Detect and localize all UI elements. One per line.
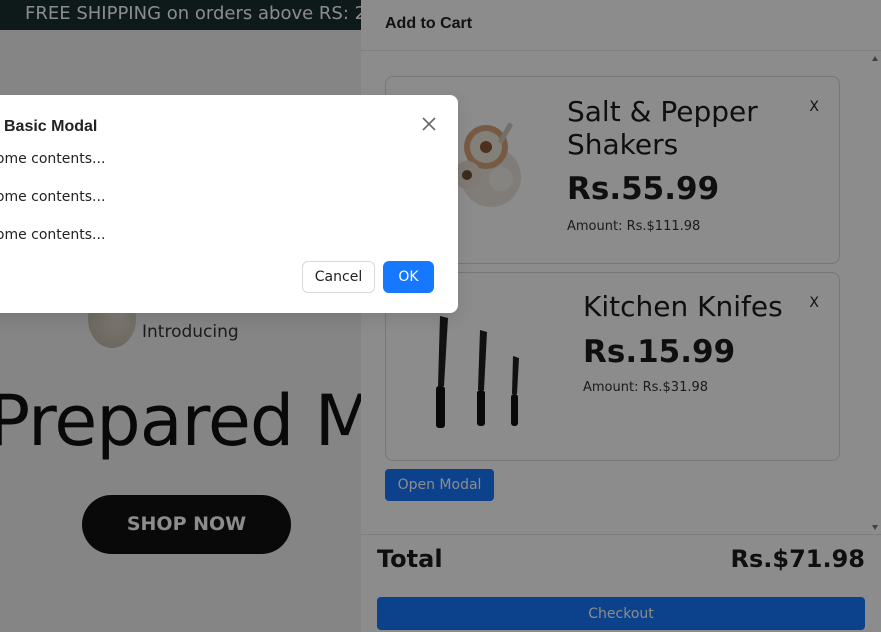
ok-button[interactable]: OK [383, 261, 434, 293]
modal-content-line: Some contents... [0, 151, 106, 167]
modal-content-line: Some contents... [0, 189, 106, 205]
modal-title: Basic Modal [4, 118, 98, 135]
modal-content-line: Some contents... [0, 227, 106, 243]
cancel-button[interactable]: Cancel [302, 261, 375, 293]
basic-modal: Basic Modal Some contents... Some conten… [0, 95, 458, 313]
close-icon [422, 117, 436, 131]
modal-close-button[interactable] [418, 113, 440, 135]
